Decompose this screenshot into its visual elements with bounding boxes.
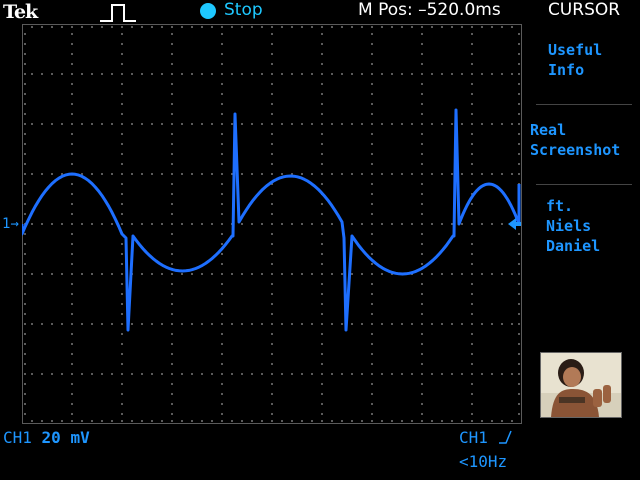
volts-per-div: 20 mV: [41, 428, 90, 447]
waveform-display: [22, 24, 522, 424]
ch1-ground-marker[interactable]: 1→: [2, 216, 19, 232]
trigger-source-readout[interactable]: CH1: [459, 428, 512, 447]
menu-item-line: Real: [530, 121, 567, 139]
trigger-frequency-readout: <10Hz: [459, 452, 508, 471]
rising-pulse-icon: [100, 4, 136, 22]
ch1-waveform-trace: [22, 108, 521, 332]
run-state-label[interactable]: Stop: [224, 0, 263, 20]
menu-item-line: Niels: [546, 217, 592, 235]
brand-logo: Tek: [3, 1, 38, 23]
menu-item-credits[interactable]: ft. Niels Daniel: [528, 196, 640, 256]
trigger-level-arrow-icon[interactable]: [508, 216, 522, 232]
ch1-scale-readout[interactable]: CH1 20 mV: [3, 428, 90, 447]
menu-item-line: ft.: [546, 197, 574, 215]
rising-edge-icon: [498, 430, 512, 444]
menu-divider: [536, 104, 632, 105]
graticule: [22, 24, 522, 424]
menu-item-line: Useful: [548, 41, 603, 59]
ch1-marker-label: 1: [2, 216, 11, 232]
top-status-bar: Tek Stop M Pos: –520.0ms CURSOR: [0, 0, 640, 24]
menu-item-real-screenshot[interactable]: Real Screenshot: [528, 120, 640, 160]
menu-title[interactable]: CURSOR: [528, 0, 640, 20]
channel-label: CH1: [3, 428, 32, 447]
person-photo-icon: [540, 352, 622, 418]
menu-divider: [536, 184, 632, 185]
menu-item-line: Info: [548, 61, 585, 79]
trigger-source: CH1: [459, 428, 488, 447]
menu-item-line: Screenshot: [530, 141, 621, 159]
menu-item-line: Daniel: [546, 237, 601, 255]
run-status-dot-icon: [200, 3, 216, 19]
horizontal-position-readout: M Pos: –520.0ms: [358, 0, 501, 20]
menu-item-useful-info[interactable]: Useful Info: [528, 40, 640, 80]
